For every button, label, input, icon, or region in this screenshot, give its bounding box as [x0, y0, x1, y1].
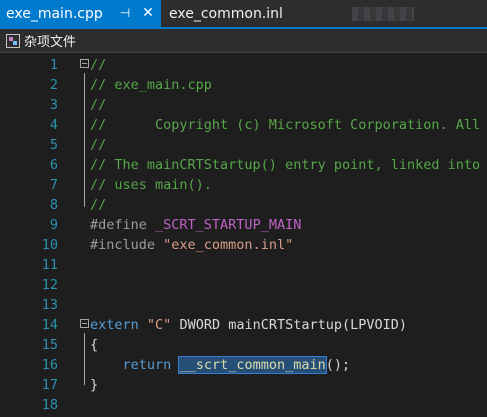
code-line[interactable]: 7 // uses main(). [0, 175, 487, 195]
fold-guide [84, 333, 85, 385]
fold-guide [84, 73, 85, 207]
pin-icon[interactable]: ⊣ [117, 5, 133, 21]
line-number: 10 [41, 237, 58, 253]
code-token: // exe_main.cpp [90, 77, 212, 93]
code-line[interactable]: 11 [0, 255, 487, 275]
code-token: DWORD mainCRTStartup(LPVOID) [171, 317, 408, 333]
code-line[interactable]: 14 extern "C" DWORD mainCRTStartup(LPVOID… [0, 315, 487, 335]
code-text: // exe_main.cpp [90, 75, 212, 95]
code-line[interactable]: 12 [0, 275, 487, 295]
code-text: // [90, 95, 106, 115]
project-scope-dropdown[interactable]: 杂项文件 [24, 31, 76, 50]
code-token: // Copyright (c) Microsoft Corporation. … [90, 117, 481, 133]
code-text: // uses main(). [90, 175, 212, 195]
code-token: "exe_common.inl" [163, 237, 294, 253]
line-number: 6 [49, 157, 58, 173]
code-text: extern "C" DWORD mainCRTStartup(LPVOID) [90, 315, 407, 335]
code-line[interactable]: 16 return __scrt_common_main(); [0, 355, 487, 375]
code-text: } [90, 375, 98, 395]
blurred-tab [352, 7, 414, 21]
code-token: } [90, 377, 99, 393]
document-tab-bar: exe_main.cpp ⊣ ✕ exe_common.inl [0, 0, 487, 29]
code-token: (); [325, 357, 351, 373]
line-number: 5 [49, 137, 58, 153]
code-text: // [90, 195, 106, 215]
code-token: { [90, 337, 99, 353]
line-number: 2 [49, 77, 58, 93]
code-line[interactable]: 1 // [0, 55, 487, 75]
code-token: _SCRT_STARTUP_MAIN [155, 217, 302, 233]
code-text: // [90, 55, 106, 75]
code-line[interactable]: 8 // [0, 195, 487, 215]
line-number: 11 [41, 257, 58, 273]
tab-exe-main-cpp[interactable]: exe_main.cpp ⊣ ✕ [0, 0, 161, 27]
code-token: // [90, 97, 107, 113]
code-text: #include "exe_common.inl" [90, 235, 293, 255]
line-number: 17 [41, 377, 58, 393]
code-line[interactable]: 6 // The mainCRTStartup() entry point, li… [0, 155, 487, 175]
navigation-bar: 杂项文件 [0, 29, 487, 53]
line-number: 12 [41, 277, 58, 293]
misc-files-icon [6, 33, 20, 48]
selected-identifier: __scrt_common_main [178, 356, 327, 374]
code-token: return [122, 357, 172, 373]
line-number: 18 [41, 397, 58, 413]
code-line[interactable]: 15 { [0, 335, 487, 355]
line-number: 16 [41, 357, 58, 373]
code-line[interactable]: 18 [0, 395, 487, 415]
fold-toggle-icon[interactable] [80, 319, 89, 328]
code-token: #include [90, 237, 164, 253]
line-number: 14 [41, 317, 58, 333]
code-text: { [90, 335, 98, 355]
code-line[interactable]: 4 // Copyright (c) Microsoft Corporation.… [0, 115, 487, 135]
code-line[interactable]: 3 // [0, 95, 487, 115]
code-token: // [90, 197, 107, 213]
tab-label: exe_common.inl [169, 5, 283, 22]
tab-exe-common-inl[interactable]: exe_common.inl [165, 0, 345, 27]
code-line[interactable]: 10 #include "exe_common.inl" [0, 235, 487, 255]
code-text: // Copyright (c) Microsoft Corporation. … [90, 115, 480, 135]
code-text: #define _SCRT_STARTUP_MAIN [90, 215, 301, 235]
code-editor[interactable]: 1 // 2 // exe_main.cpp 3 // 4 // Copyright (c) … [0, 53, 487, 417]
close-icon[interactable]: ✕ [140, 5, 156, 21]
code-token: extern [90, 317, 139, 333]
line-number: 8 [49, 197, 58, 213]
line-number: 9 [49, 217, 58, 233]
line-number: 13 [41, 297, 58, 313]
code-line[interactable]: 17} [0, 375, 487, 395]
code-token: // The mainCRTStartup() entry point, lin… [90, 157, 481, 173]
line-number: 15 [41, 337, 58, 353]
line-number: 3 [49, 97, 58, 113]
code-token: #define [90, 217, 156, 233]
code-text: // The mainCRTStartup() entry point, lin… [90, 155, 480, 175]
code-token: // [90, 137, 107, 153]
code-line[interactable]: 9 #define _SCRT_STARTUP_MAIN [0, 215, 487, 235]
tab-label: exe_main.cpp [6, 5, 103, 22]
code-line[interactable]: 13 [0, 295, 487, 315]
code-line[interactable]: 2 // exe_main.cpp [0, 75, 487, 95]
code-line[interactable]: 5 // [0, 135, 487, 155]
code-token: "C" [146, 317, 172, 333]
line-number: 7 [49, 177, 58, 193]
code-text: return __scrt_common_main(); [90, 355, 350, 375]
fold-toggle-icon[interactable] [80, 59, 89, 68]
code-token: // [90, 57, 107, 73]
code-token: // uses main(). [90, 177, 212, 193]
line-number: 4 [49, 117, 58, 133]
code-text: // [90, 135, 106, 155]
line-number: 1 [49, 57, 58, 73]
